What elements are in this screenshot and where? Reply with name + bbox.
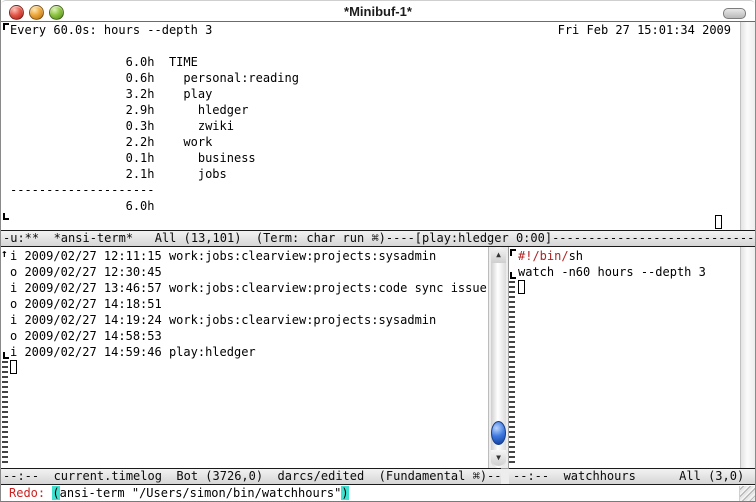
matched-close-paren: ) <box>341 486 348 500</box>
timelog-scrollbar[interactable]: ▲ ▼ <box>488 247 509 468</box>
watch-command-line: Every 60.0s: hours --depth 3 <box>10 22 212 38</box>
ansi-term-modeline[interactable]: -u:** *ansi-term* All (13,101) (Term: ch… <box>1 230 755 247</box>
shebang-interpreter-path: #!/bin/ <box>518 249 569 263</box>
redo-command: ansi-term "/Users/simon/bin/watchhours" <box>60 486 342 500</box>
ansi-term-window[interactable]: Every 60.0s: hours --depth 3 Fri Feb 27 … <box>1 22 755 230</box>
inactive-cursor <box>715 215 722 229</box>
fringe-scroll-up-icon: ↑ <box>1 248 10 260</box>
scrollbar-up-arrow-icon[interactable]: ▲ <box>491 247 506 263</box>
watch-datetime: Fri Feb 27 15:01:34 2009 <box>558 22 731 38</box>
minibuffer-text: Redo: (ansi-term "/Users/simon/bin/watch… <box>9 485 349 501</box>
scrollbar-down-arrow-icon[interactable]: ▼ <box>491 450 506 466</box>
bottom-region: ↑ i 2009/02/27 12:11:15 work:jobs:clearv… <box>1 247 755 468</box>
fringe-bottom-corner-icon <box>3 213 9 220</box>
fringe-empty-lines-icon <box>2 361 8 465</box>
timelog-modeline[interactable]: --:-- current.timelog Bot (3726,0) darcs… <box>1 468 501 485</box>
titlebar[interactable]: *Minibuf-1* <box>1 0 755 22</box>
resize-grip[interactable] <box>739 486 755 502</box>
matched-open-paren: ( <box>52 486 59 500</box>
fringe-bottom-corner-icon <box>510 272 516 279</box>
minibuffer[interactable]: Redo: (ansi-term "/Users/simon/bin/watch… <box>1 485 755 502</box>
bottom-modeline-row: --:-- current.timelog Bot (3726,0) darcs… <box>1 468 755 485</box>
fringe-bottom-corner-icon <box>3 352 9 359</box>
toolbar-pill-button[interactable] <box>723 8 746 19</box>
fringe-empty-lines-icon <box>509 281 515 465</box>
modeline-divider <box>501 468 509 485</box>
inactive-cursor <box>518 280 525 294</box>
fringe-top-corner-icon <box>3 23 9 30</box>
inactive-cursor <box>10 360 17 374</box>
shebang-shell: sh <box>569 249 583 263</box>
hours-report: 6.0h TIME 0.6h personal:reading 3.2h pla… <box>10 38 299 214</box>
timelog-entries: i 2009/02/27 12:11:15 work:jobs:clearvie… <box>10 248 487 360</box>
emacs-frame: *Minibuf-1* Every 60.0s: hours --depth 3… <box>0 0 756 502</box>
top-scrollbar[interactable] <box>740 22 755 230</box>
watchhours-scrollbar[interactable] <box>740 247 755 468</box>
script-content: #!/bin/sh watch -n60 hours --depth 3 <box>518 248 706 280</box>
watchhours-window[interactable]: #!/bin/sh watch -n60 hours --depth 3 <box>509 247 740 468</box>
timelog-window[interactable]: ↑ i 2009/02/27 12:11:15 work:jobs:clearv… <box>1 247 488 468</box>
watchhours-modeline[interactable]: --:-- watchhours All (3,0) <box>509 468 755 485</box>
scrollbar-thumb[interactable] <box>491 421 506 445</box>
redo-prompt: Redo: <box>9 486 52 500</box>
fringe-top-corner-icon <box>510 249 516 256</box>
watch-invocation: watch -n60 hours --depth 3 <box>518 265 706 279</box>
top-modeline-row: -u:** *ansi-term* All (13,101) (Term: ch… <box>1 230 755 247</box>
window-title: *Minibuf-1* <box>1 4 755 20</box>
